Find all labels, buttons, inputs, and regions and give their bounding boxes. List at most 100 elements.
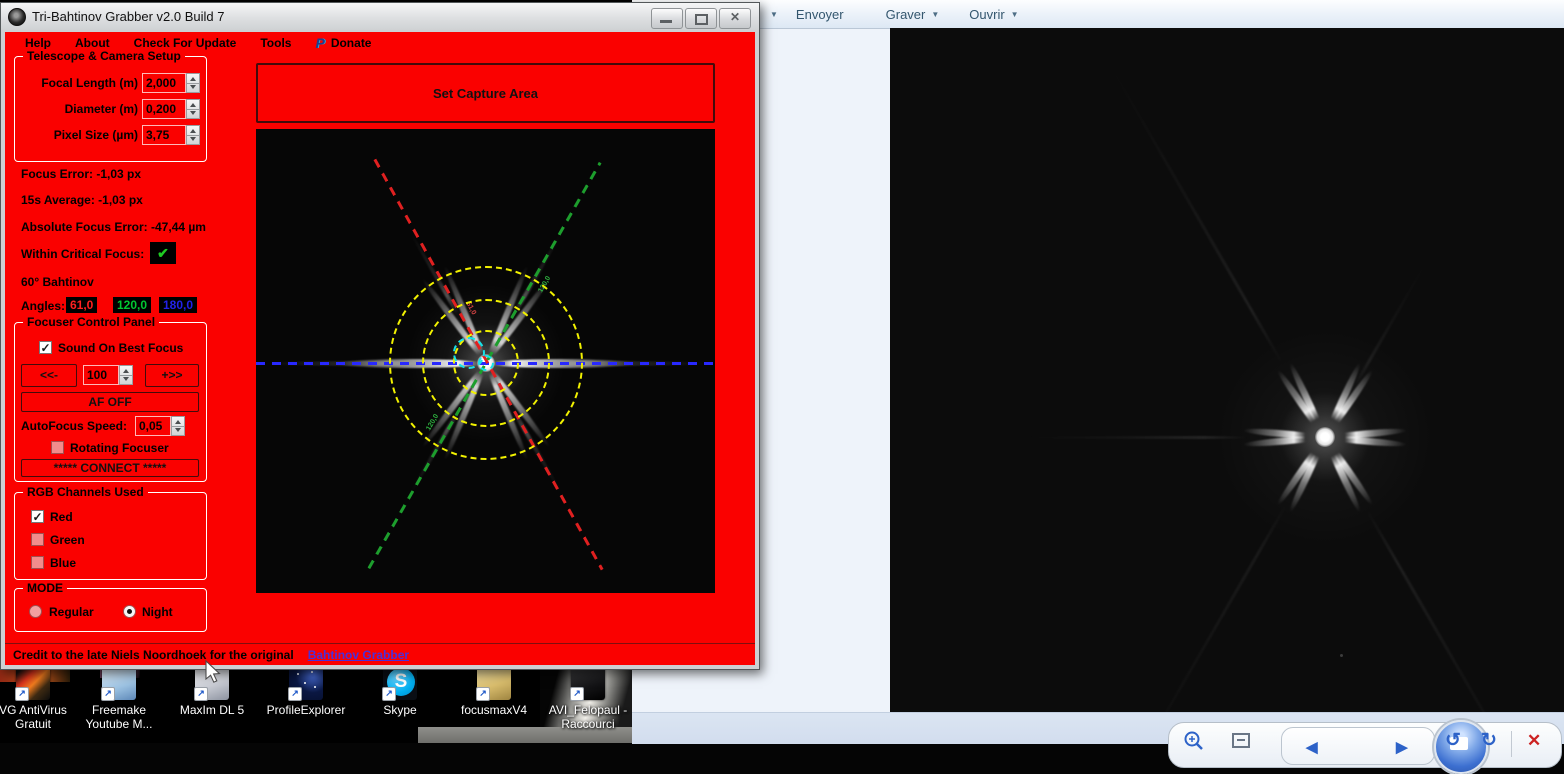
- check-icon: ✔: [157, 245, 169, 261]
- minimize-button[interactable]: [651, 8, 683, 29]
- angles-label: Angles:: [21, 299, 66, 313]
- rotating-focuser-checkbox[interactable]: [51, 441, 64, 454]
- set-capture-area-button[interactable]: Set Capture Area: [256, 63, 715, 123]
- zoom-icon[interactable]: [1183, 730, 1205, 752]
- mode-panel: MODE Regular Night: [14, 581, 207, 632]
- previous-image-icon[interactable]: ◀: [1306, 738, 1318, 756]
- desktop-icon-focusmax[interactable]: ↗ focusmaxV4: [446, 666, 542, 717]
- check-icon: ✓: [40, 341, 51, 355]
- blue-channel-checkbox[interactable]: [31, 556, 44, 569]
- desktop-icon-avi-felopaul[interactable]: ↗ AVI_Felopaul - Raccourci: [540, 666, 636, 731]
- capture-display: 61,0 120,0 120,0: [256, 129, 715, 593]
- focuser-move-out-button[interactable]: <<-: [21, 364, 77, 387]
- menu-donate[interactable]: Donate: [331, 36, 372, 50]
- app-icon: [8, 7, 26, 26]
- bahtinov-grabber-link[interactable]: Bahtinov Grabber: [308, 648, 409, 662]
- green-channel-checkbox[interactable]: [31, 533, 44, 546]
- photo-viewer-controls: ◀ ▶ ↺ ↻ ✕: [1168, 720, 1562, 774]
- photo-viewer-toolbar: ▼ Envoyer Graver ▼ Ouvrir ▼: [632, 0, 1564, 29]
- pixel-size-label: Pixel Size (µm): [53, 128, 138, 142]
- shortcut-arrow-icon: ↗: [476, 687, 490, 701]
- sound-checkbox-label: Sound On Best Focus: [58, 341, 184, 355]
- menu-about[interactable]: About: [75, 36, 110, 50]
- mode-night-radio[interactable]: [123, 605, 136, 618]
- green-channel-label: Green: [50, 533, 85, 547]
- diameter-field[interactable]: 0,200: [142, 99, 186, 119]
- focuser-control-panel: Focuser Control Panel ✓ Sound On Best Fo…: [14, 315, 207, 482]
- panel-title: Focuser Control Panel: [23, 315, 160, 329]
- connect-button[interactable]: ***** CONNECT *****: [21, 459, 199, 477]
- close-button[interactable]: ✕: [719, 8, 751, 29]
- toolbar-item-envoyer[interactable]: Envoyer: [790, 7, 850, 22]
- cyan-star-marker: [478, 355, 494, 371]
- mode-regular-radio[interactable]: [29, 605, 42, 618]
- panel-title: Telescope & Camera Setup: [23, 49, 185, 63]
- minimize-icon: [660, 20, 672, 23]
- autofocus-toggle-button[interactable]: AF OFF: [21, 392, 199, 412]
- autofocus-speed-stepper[interactable]: [171, 416, 185, 436]
- sound-on-best-focus-checkbox[interactable]: ✓: [39, 341, 52, 354]
- photo-viewer-bottom-bar: ◀ ▶ ↺ ↻ ✕: [632, 712, 1564, 774]
- mode-night-label: Night: [142, 605, 173, 619]
- menu-help[interactable]: Help: [25, 36, 51, 50]
- critical-focus-status-badge: ✔: [150, 242, 176, 264]
- shortcut-arrow-icon: ↗: [382, 687, 396, 701]
- blue-channel-label: Blue: [50, 556, 77, 570]
- tri-bahtinov-grabber-window: Tri-Bahtinov Grabber v2.0 Build 7 ✕ Help…: [0, 2, 760, 670]
- panel-title: MODE: [23, 581, 67, 595]
- desktop-icon-freemake[interactable]: ↗ Freemake Youtube M...: [71, 666, 167, 731]
- focal-length-label: Focal Length (m): [41, 76, 138, 90]
- profileexplorer-icon: ↗: [288, 666, 323, 701]
- angle-badge-red: 61,0: [66, 297, 98, 313]
- desktop-icon-skype[interactable]: S ↗ Skype: [352, 666, 448, 717]
- window-title: Tri-Bahtinov Grabber v2.0 Build 7: [32, 9, 225, 24]
- photo-viewer-window: ▼ Envoyer Graver ▼ Ouvrir ▼ ◀ ▶ ↺ ↻ ✕: [632, 0, 1564, 774]
- menu-tools[interactable]: Tools: [260, 36, 291, 50]
- autofocus-speed-field[interactable]: 0,05: [135, 416, 171, 436]
- pixel-size-field[interactable]: 3,75: [142, 125, 186, 145]
- chevron-down-icon: ▼: [1010, 9, 1019, 19]
- rotate-clockwise-icon[interactable]: ↻: [1481, 729, 1497, 752]
- freemake-icon: ↗: [101, 666, 136, 701]
- toolbar-divider: [1511, 731, 1512, 757]
- rotate-counterclockwise-icon[interactable]: ↺: [1445, 729, 1461, 752]
- focuser-move-in-button[interactable]: +>>: [145, 364, 199, 387]
- avi-file-icon: ↗: [570, 666, 605, 701]
- slideshow-button[interactable]: [1434, 720, 1488, 774]
- restore-button[interactable]: [685, 8, 717, 29]
- mask-type-readout: 60° Bahtinov: [21, 275, 94, 289]
- menu-check-for-update[interactable]: Check For Update: [134, 36, 237, 50]
- mouse-cursor: [205, 660, 221, 683]
- focuser-position-field[interactable]: 100: [83, 365, 119, 385]
- diameter-stepper[interactable]: [186, 99, 200, 119]
- angle-badge-blue: 180,0: [159, 297, 198, 313]
- toolbar-item-graver[interactable]: Graver ▼: [880, 7, 946, 22]
- desktop-icon-profileexplorer[interactable]: ↗ ProfileExplorer: [258, 666, 354, 717]
- nav-button-group: ◀ ▶: [1281, 720, 1488, 774]
- icon-label: VG AntiVirus: [0, 703, 67, 717]
- app-client-area: Help About Check For Update Tools P Dona…: [5, 32, 755, 665]
- absolute-focus-error-readout: Absolute Focus Error: -47,44 µm: [21, 220, 206, 234]
- shortcut-arrow-icon: ↗: [101, 687, 115, 701]
- focal-length-stepper[interactable]: [186, 73, 200, 93]
- hot-pixel: [1340, 654, 1343, 657]
- close-icon: ✕: [729, 10, 741, 24]
- skype-icon: S ↗: [382, 666, 417, 701]
- focus-error-readout: Focus Error: -1,03 px: [21, 167, 142, 181]
- focal-length-field[interactable]: 2,000: [142, 73, 186, 93]
- chevron-down-icon[interactable]: ▼: [770, 10, 778, 19]
- desktop-icon-avg-antivirus[interactable]: ↗ VG AntiVirus Gratuit: [0, 666, 81, 731]
- panel-title: RGB Channels Used: [23, 485, 148, 499]
- focusmax-icon: ↗: [476, 666, 511, 701]
- red-channel-checkbox[interactable]: ✓: [31, 510, 44, 523]
- pixel-size-stepper[interactable]: [186, 125, 200, 145]
- title-bar[interactable]: Tri-Bahtinov Grabber v2.0 Build 7 ✕: [1, 3, 759, 30]
- check-icon: ✓: [32, 510, 43, 524]
- delete-icon[interactable]: ✕: [1527, 731, 1541, 751]
- photo-image-star-pattern: [890, 28, 1564, 712]
- next-image-icon[interactable]: ▶: [1396, 738, 1408, 756]
- actual-size-icon[interactable]: [1231, 731, 1251, 751]
- focuser-position-stepper[interactable]: [119, 365, 133, 385]
- average-readout: 15s Average: -1,03 px: [21, 193, 143, 207]
- toolbar-item-ouvrir[interactable]: Ouvrir ▼: [963, 7, 1024, 22]
